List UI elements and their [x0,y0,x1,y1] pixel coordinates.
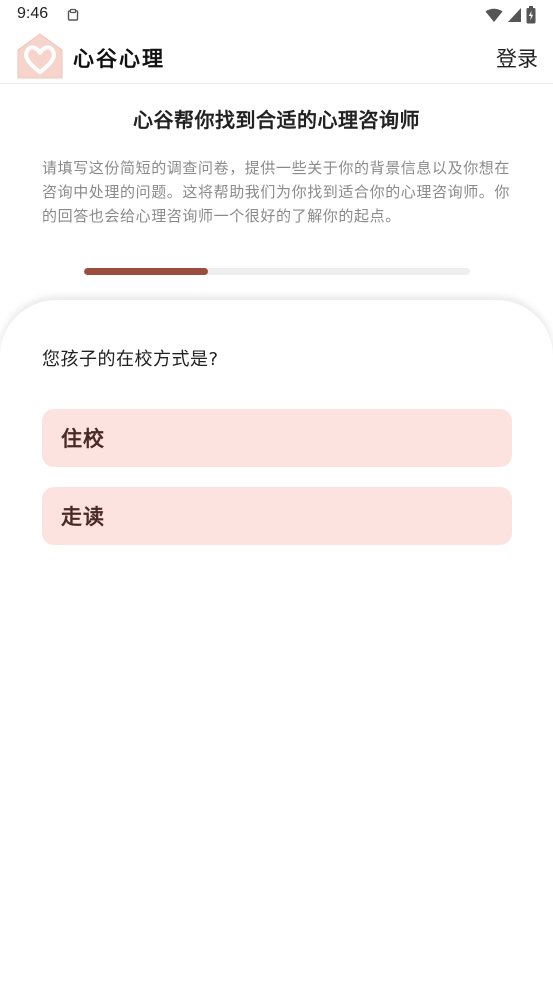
login-button[interactable]: 登录 [496,43,538,73]
status-time: 9:46 [17,5,49,22]
progress-bar [84,268,470,275]
app-header: 心谷心理 登录 [0,30,553,84]
battery-charging-icon [526,6,536,24]
signal-icon [508,8,521,22]
page-title: 心谷帮你找到合适的心理咨询师 [133,108,420,132]
status-icons [485,6,536,24]
brand-name: 心谷心理 [73,47,165,71]
progress-fill [84,268,208,275]
option-day-student[interactable]: 走读 [42,487,512,545]
option-label: 走读 [61,505,105,529]
intro-description: 请填写这份简短的调查问卷，提供一些关于你的背景信息以及你想在咨询中处理的问题。这… [42,159,511,225]
heart-house-logo [17,33,63,79]
status-bar: 9:46 [0,0,553,30]
question-text: 您孩子的在校方式是? [42,349,219,370]
wifi-icon [485,8,503,22]
option-boarding[interactable]: 住校 [42,409,512,467]
clipboard-icon [67,8,79,21]
question-card: 您孩子的在校方式是? 住校 走读 [0,300,553,1000]
option-label: 住校 [61,427,105,451]
